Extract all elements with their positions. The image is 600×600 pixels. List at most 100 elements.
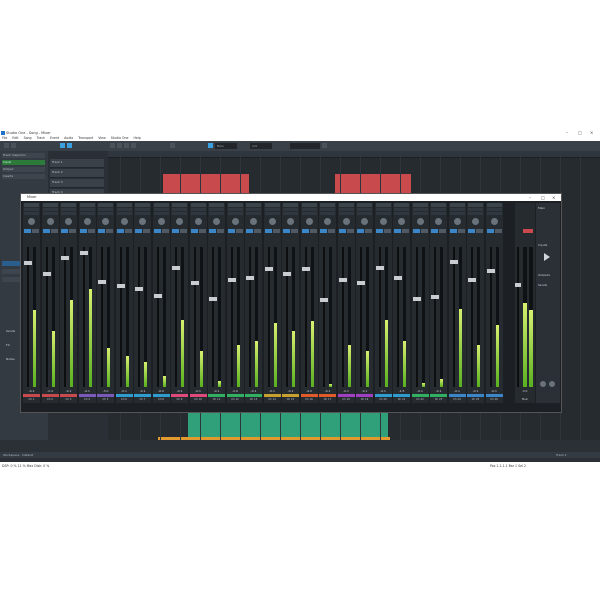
channel-fader[interactable] (301, 267, 310, 271)
menu-item-event[interactable]: Event (50, 136, 59, 140)
solo-button[interactable] (235, 229, 243, 233)
channel-input-slot[interactable] (394, 203, 409, 207)
channel-input-slot[interactable] (320, 203, 335, 207)
mute-button[interactable] (116, 229, 124, 233)
insert-slot[interactable] (486, 208, 502, 211)
solo-button[interactable] (383, 229, 391, 233)
quantize-select[interactable]: 1/4 (250, 143, 272, 149)
channel-input-slot[interactable] (357, 203, 372, 207)
panel-outputs[interactable]: Outputs (538, 273, 550, 277)
send-slot[interactable] (320, 212, 335, 215)
insert-slot[interactable] (209, 208, 224, 211)
solo-button[interactable] (402, 229, 409, 233)
mute-button[interactable] (209, 229, 216, 233)
send-slot[interactable] (246, 212, 261, 215)
channel-name[interactable]: Ch 18 (338, 398, 355, 402)
paint-tool-button[interactable] (124, 143, 129, 148)
channel-name[interactable]: Ch 21 (393, 398, 410, 402)
input-knob[interactable] (549, 381, 555, 387)
channel-fader[interactable] (98, 280, 106, 284)
pan-knob[interactable] (435, 218, 442, 225)
channel-input-slot[interactable] (24, 203, 39, 207)
channel-input-slot[interactable] (116, 203, 132, 207)
pan-knob[interactable] (102, 218, 109, 225)
channel-name[interactable]: Ch 2 (42, 398, 59, 402)
mute-button[interactable] (227, 229, 235, 233)
send-slot[interactable] (394, 212, 409, 215)
channel-fader[interactable] (264, 267, 273, 271)
send-slot[interactable] (357, 212, 372, 215)
insert-slot[interactable] (153, 208, 169, 211)
solo-button[interactable] (87, 229, 95, 233)
inspector-inserts[interactable]: Inserts (2, 174, 45, 179)
insert-slot[interactable] (190, 208, 206, 211)
channel-fader[interactable] (172, 266, 180, 270)
channel-name[interactable]: Ch 22 (412, 398, 429, 402)
channel-input-slot[interactable] (486, 203, 502, 207)
channel-name[interactable]: Ch 5 (97, 398, 114, 402)
solo-button[interactable] (32, 229, 39, 233)
mute-button[interactable] (172, 229, 179, 233)
send-slot[interactable] (227, 212, 243, 215)
mute-button[interactable] (61, 229, 68, 233)
menu-item-view[interactable]: View (98, 136, 106, 140)
inspector-section-fx[interactable]: FX (6, 343, 10, 347)
maximize-icon[interactable]: □ (541, 194, 545, 201)
menu-item-song[interactable]: Song (24, 136, 32, 140)
mute-button[interactable] (449, 229, 457, 233)
inspector-section-notes[interactable]: Notes (6, 357, 15, 361)
mute-button[interactable] (153, 229, 161, 233)
channel-fader[interactable] (375, 266, 384, 270)
channel-name[interactable]: Ch 14 (264, 398, 281, 402)
snap-button[interactable] (170, 143, 175, 148)
mute-button[interactable] (431, 229, 438, 233)
insert-slot[interactable] (357, 208, 372, 211)
mute-button[interactable] (301, 229, 309, 233)
pan-knob[interactable] (268, 218, 276, 225)
channel-fader[interactable] (338, 278, 347, 282)
insert-slot[interactable] (468, 208, 483, 211)
channel-fader[interactable] (320, 298, 328, 302)
send-slot[interactable] (79, 212, 95, 215)
pan-knob[interactable] (472, 218, 479, 225)
pan-knob[interactable] (398, 218, 405, 225)
send-slot[interactable] (449, 212, 465, 215)
insert-slot[interactable] (61, 208, 76, 211)
channel-fader[interactable] (246, 276, 254, 280)
mute-button[interactable] (283, 229, 290, 233)
channel-fader[interactable] (42, 272, 51, 276)
channel-name[interactable]: Ch 10 (190, 398, 207, 402)
channel-input-slot[interactable] (375, 203, 391, 207)
channel-fader[interactable] (227, 278, 236, 282)
channel-input-slot[interactable] (79, 203, 95, 207)
panel-sends[interactable]: Sends (538, 283, 547, 287)
pan-knob[interactable] (194, 218, 202, 225)
mute-button[interactable] (246, 229, 253, 233)
channel-fader[interactable] (153, 294, 162, 298)
channel-name[interactable]: Ch 24 (449, 398, 466, 402)
insert-slot[interactable] (79, 208, 95, 211)
channel-fader[interactable] (209, 297, 217, 301)
solo-button[interactable] (124, 229, 132, 233)
search-input[interactable] (290, 143, 320, 149)
audio-clip[interactable] (188, 411, 388, 439)
pan-knob[interactable] (28, 218, 35, 225)
send-slot[interactable] (135, 212, 150, 215)
pan-knob[interactable] (342, 218, 350, 225)
solo-button[interactable] (143, 229, 150, 233)
insert-slot[interactable] (338, 208, 354, 211)
insert-slot[interactable] (227, 208, 243, 211)
insert-slot[interactable] (301, 208, 317, 211)
channel-input-slot[interactable] (449, 203, 465, 207)
play-icon[interactable] (544, 253, 550, 261)
solo-button[interactable] (69, 229, 76, 233)
solo-button[interactable] (420, 229, 428, 233)
insert-slot[interactable] (24, 208, 39, 211)
channel-name[interactable]: Ch 19 (356, 398, 373, 402)
pan-knob[interactable] (176, 218, 183, 225)
mute-button[interactable] (190, 229, 198, 233)
output-knob[interactable] (540, 381, 546, 387)
channel-name[interactable]: Ch 15 (282, 398, 299, 402)
channel-fader[interactable] (468, 278, 476, 282)
range-tool-button[interactable] (67, 143, 72, 148)
